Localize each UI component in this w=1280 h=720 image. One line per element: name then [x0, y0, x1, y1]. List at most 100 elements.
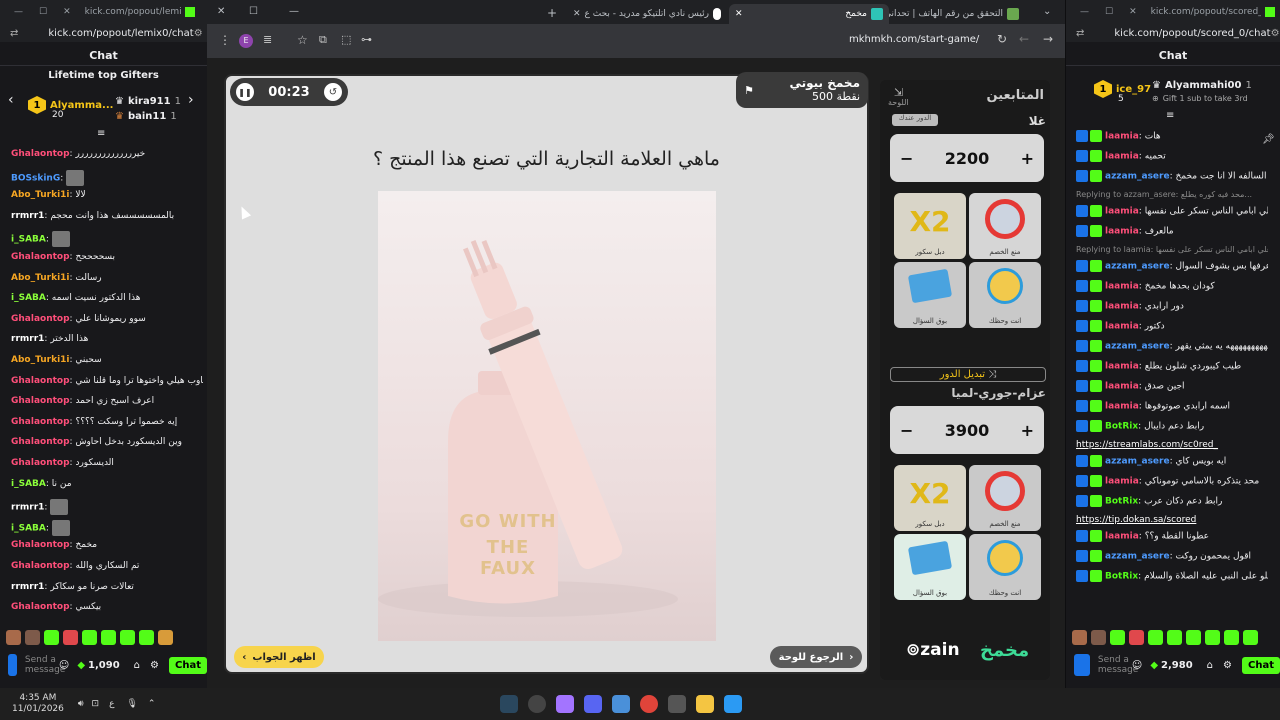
store-icon[interactable]: ⌂: [1207, 660, 1213, 671]
url-text[interactable]: kick.com/popout/scored_0/chat: [1114, 28, 1270, 39]
chat-username[interactable]: Ghalaontop: [11, 396, 70, 406]
powerup-luck[interactable]: انت وحظك: [969, 262, 1041, 328]
chat-username[interactable]: laamia: [1105, 227, 1139, 237]
switch-turn-button[interactable]: تبديل الدور ⤨: [890, 367, 1046, 382]
chat-username[interactable]: rrmrr1: [11, 334, 44, 344]
chat-username[interactable]: i_SABA: [11, 235, 46, 245]
emote-icon[interactable]: [63, 630, 78, 645]
chevron-left-icon[interactable]: ‹: [8, 92, 14, 108]
emote-icon[interactable]: [1072, 630, 1087, 645]
chat-username[interactable]: i_SABA: [11, 523, 46, 533]
view-site-info-icon[interactable]: ⊶: [361, 33, 372, 46]
chat-username[interactable]: laamia: [1105, 477, 1139, 487]
chat-username[interactable]: laamia: [1105, 402, 1139, 412]
extension-badge[interactable]: E: [239, 34, 253, 48]
decrease-score-button[interactable]: −: [900, 149, 913, 168]
close-icon[interactable]: ✕: [1129, 7, 1137, 17]
tab-search[interactable]: ✕ رئيس نادي اتلتيكو مدريد - بحث ع: [567, 4, 727, 24]
url-text[interactable]: kick.com/popout/lemix0/chat: [48, 28, 193, 39]
maximize-icon[interactable]: ☐: [39, 7, 47, 17]
chat-username[interactable]: Ghalaontop: [11, 314, 70, 324]
chat-username[interactable]: Abo_Turki1i: [11, 273, 70, 283]
photos-icon[interactable]: [612, 695, 631, 713]
network-icon[interactable]: ⊡: [92, 699, 100, 709]
discord-icon[interactable]: [584, 695, 603, 713]
chat-username[interactable]: i_SABA: [11, 293, 46, 303]
close-icon[interactable]: ✕: [63, 7, 71, 17]
emote-icon[interactable]: [25, 630, 40, 645]
emote-icon[interactable]: [6, 630, 21, 645]
emote-icon[interactable]: [1205, 630, 1220, 645]
store-icon[interactable]: ⌂: [134, 660, 140, 671]
powerup-block-opponent[interactable]: منع الخصم: [969, 465, 1041, 531]
chat-username[interactable]: laamia: [1105, 152, 1139, 162]
emote-icon[interactable]: [139, 630, 154, 645]
left-urlbar[interactable]: ⇄ kick.com/popout/lemix0/chat ⚙: [0, 24, 207, 42]
volume-icon[interactable]: 🔊︎: [78, 699, 84, 709]
settings-icon[interactable]: ⚙: [150, 660, 159, 671]
emote-icon[interactable]: [44, 630, 59, 645]
app-icon[interactable]: [556, 695, 575, 713]
chat-username[interactable]: BotRix: [1105, 422, 1138, 432]
chat-link[interactable]: https://tip.dokan.sa/scored: [1076, 515, 1268, 525]
minimize-icon[interactable]: —: [1080, 7, 1089, 17]
chrome-icon[interactable]: [640, 695, 659, 713]
language-indicator[interactable]: ع: [109, 699, 114, 709]
chat-username[interactable]: laamia: [1105, 282, 1139, 292]
chat-username[interactable]: azzam_asere: [1105, 172, 1170, 182]
emote-icon[interactable]: [1224, 630, 1239, 645]
steam-icon[interactable]: [500, 695, 519, 713]
bookmark-star-icon[interactable]: ☆: [297, 33, 308, 47]
emote-icon[interactable]: [1129, 630, 1144, 645]
chat-username[interactable]: azzam_asere: [1105, 457, 1170, 467]
emote-icon[interactable]: [1186, 630, 1201, 645]
site-info-icon[interactable]: ⇄: [1076, 28, 1084, 39]
back-to-board-button[interactable]: الرجوع للوحة ›: [770, 646, 862, 668]
emoji-picker-icon[interactable]: ☺: [1132, 660, 1142, 671]
powerup-double-score[interactable]: X2 دبل سكور: [894, 193, 966, 259]
emote-icon[interactable]: [1167, 630, 1182, 645]
chat-username[interactable]: azzam_asere: [1105, 262, 1170, 272]
chat-username[interactable]: laamia: [1105, 207, 1139, 217]
chat-username[interactable]: laamia: [1105, 382, 1139, 392]
emote-icon[interactable]: [1091, 630, 1106, 645]
chat-username[interactable]: laamia: [1105, 302, 1139, 312]
collapse-icon[interactable]: ≡: [1166, 110, 1174, 121]
screenshot-icon[interactable]: ⬚: [341, 33, 351, 46]
emote-icon[interactable]: [1148, 630, 1163, 645]
minimize-icon[interactable]: —: [14, 7, 23, 17]
extensions-icon[interactable]: ⧉: [319, 33, 327, 47]
chat-username[interactable]: Ghalaontop: [11, 540, 70, 550]
chat-username[interactable]: laamia: [1105, 532, 1139, 542]
maximize-icon[interactable]: ☐: [1105, 7, 1113, 17]
show-answer-button[interactable]: ‹ اظهر الجواب: [234, 646, 324, 668]
chat-send-button[interactable]: Chat: [169, 656, 207, 674]
chat-username[interactable]: rrmrr1: [11, 503, 44, 513]
tune-icon[interactable]: ⚙: [1271, 28, 1280, 39]
chat-username[interactable]: BotRix: [1105, 572, 1138, 582]
kick-icon[interactable]: [8, 654, 17, 676]
emote-icon[interactable]: [158, 630, 173, 645]
chat-username[interactable]: azzam_asere: [1105, 342, 1170, 352]
chat-username[interactable]: laamia: [1105, 132, 1139, 142]
minimize-icon[interactable]: —: [289, 6, 299, 17]
chat-send-button[interactable]: Chat: [1242, 656, 1280, 674]
reload-icon[interactable]: ↻: [997, 32, 1007, 46]
chat-username[interactable]: rrmrr1: [11, 211, 44, 221]
emote-icon[interactable]: [1110, 630, 1125, 645]
emote-icon[interactable]: [1243, 630, 1258, 645]
chat-username[interactable]: laamia: [1105, 322, 1139, 332]
send-input[interactable]: Send a message: [1098, 655, 1138, 675]
chat-username[interactable]: Ghalaontop: [11, 417, 70, 427]
powerup-luck[interactable]: انت وحظك: [969, 534, 1041, 600]
tab-close-icon[interactable]: ✕: [573, 9, 581, 19]
emote-icon[interactable]: [101, 630, 116, 645]
collapse-icon[interactable]: ≡: [97, 128, 105, 139]
chat-username[interactable]: Ghalaontop: [11, 252, 70, 262]
right-urlbar[interactable]: ⇄ kick.com/popout/scored_0/chat ⚙: [1066, 24, 1280, 42]
board-label[interactable]: اللوحة: [888, 98, 909, 107]
chevron-right-icon[interactable]: ›: [188, 92, 194, 108]
flag-icon[interactable]: ⚑: [744, 84, 754, 97]
reset-timer-icon[interactable]: ↺: [323, 83, 342, 101]
playlist-icon[interactable]: ≣: [263, 33, 272, 46]
